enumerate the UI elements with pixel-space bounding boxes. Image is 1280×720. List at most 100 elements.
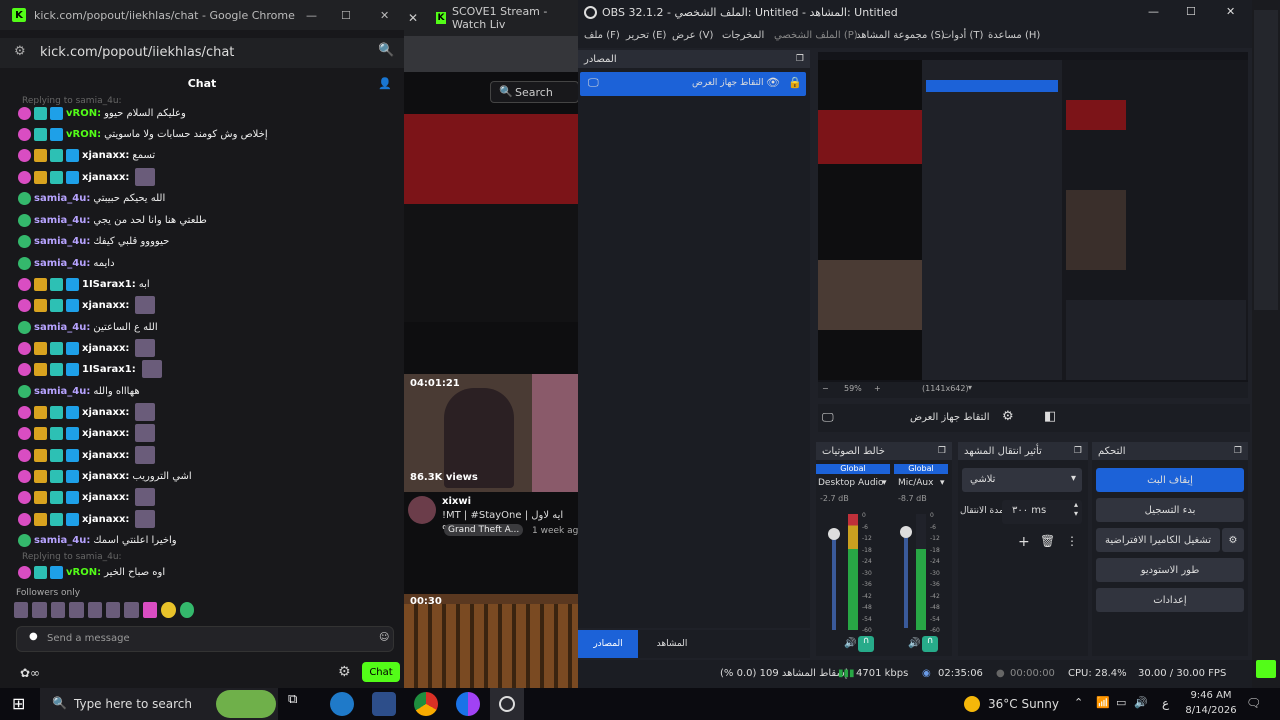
chat-username[interactable]: xjanaxx: bbox=[82, 471, 129, 482]
chrome-profile-icon[interactable] bbox=[456, 692, 480, 716]
tab-scenes[interactable]: المشاهد bbox=[642, 630, 702, 658]
transition-select[interactable]: تلاشي ▾ bbox=[962, 468, 1082, 492]
notifications-icon[interactable]: 🗨 bbox=[1246, 696, 1261, 710]
user-settings-icon[interactable]: 👤 bbox=[378, 77, 392, 90]
obs-minimize-icon[interactable]: — bbox=[1148, 5, 1159, 18]
dock-float-icon[interactable]: ❐ bbox=[796, 54, 804, 64]
menu-help[interactable]: مساعدة (H) bbox=[988, 30, 1040, 41]
chrome-icon[interactable] bbox=[414, 692, 438, 716]
windows-start-icon[interactable]: ⊞ bbox=[12, 694, 25, 713]
chat-username[interactable]: xjanaxx: bbox=[82, 450, 129, 461]
studio-mode-button[interactable]: طور الاستوديو bbox=[1096, 558, 1244, 582]
url-text[interactable]: kick.com/popout/iiekhlas/chat bbox=[40, 45, 234, 60]
chat-username[interactable]: vRON: bbox=[66, 108, 101, 119]
chat-username[interactable]: 1ISarax1: bbox=[82, 364, 136, 375]
game-tag[interactable]: Grand Theft A... bbox=[444, 524, 524, 536]
mixer-channel-1[interactable]: Desktop Audio bbox=[818, 478, 884, 488]
visibility-icon[interactable]: 👁 bbox=[766, 76, 780, 89]
chat-username[interactable]: xjanaxx: bbox=[82, 514, 129, 525]
chat-username[interactable]: 1ISarax1: bbox=[82, 279, 136, 290]
preview-dropdown-icon[interactable]: ▾ bbox=[968, 383, 972, 392]
chat-send-button[interactable]: Chat bbox=[362, 662, 400, 682]
close-tab-icon[interactable]: ✕ bbox=[408, 11, 418, 25]
volume-knob-1[interactable] bbox=[828, 528, 840, 540]
chat-username[interactable]: samia_4u: bbox=[34, 258, 90, 269]
emote-bar[interactable] bbox=[14, 602, 195, 622]
clock-date[interactable]: 8/14/2026 bbox=[1184, 705, 1238, 716]
remove-transition-icon[interactable]: 🗑 bbox=[1040, 534, 1055, 548]
transitions-float-icon[interactable]: ❐ bbox=[1074, 446, 1082, 456]
source-filters-icon[interactable]: ◧ bbox=[1044, 409, 1056, 424]
chat-username[interactable]: xjanaxx: bbox=[82, 407, 129, 418]
tray-chevron-icon[interactable]: ⌃ bbox=[1074, 696, 1083, 709]
chat-username[interactable]: samia_4u: bbox=[34, 386, 90, 397]
steam-icon[interactable] bbox=[372, 692, 396, 716]
virtual-camera-button[interactable]: تشغيل الكاميرا الافتراضية bbox=[1096, 528, 1220, 552]
settings-button[interactable]: إعدادات bbox=[1096, 588, 1244, 612]
mixer-dropdown-2[interactable]: ▾ bbox=[940, 478, 945, 488]
preview-canvas[interactable] bbox=[818, 52, 1248, 382]
chat-username[interactable]: xjanaxx: bbox=[82, 492, 129, 503]
site-info-icon[interactable]: ⚙ bbox=[14, 44, 26, 59]
zoom-icon[interactable]: 🔍 bbox=[378, 43, 394, 58]
duration-input[interactable]: ٣٠٠ ms ▴ ▾ bbox=[1002, 500, 1082, 524]
weather-icon[interactable] bbox=[964, 696, 980, 712]
volume-slider-2[interactable] bbox=[904, 528, 908, 628]
menu-docks[interactable]: المخرجات bbox=[722, 30, 764, 41]
zoom-out-icon[interactable]: − bbox=[822, 384, 829, 393]
menu-file[interactable]: ملف (F) bbox=[584, 30, 620, 41]
obs-taskbar-icon[interactable] bbox=[490, 688, 524, 720]
menu-tools[interactable]: أدوات (T) bbox=[942, 30, 983, 41]
obs-maximize-icon[interactable]: ☐ bbox=[1186, 5, 1196, 18]
chat-username[interactable]: xjanaxx: bbox=[82, 428, 129, 439]
wifi-icon[interactable]: 📶 bbox=[1096, 696, 1110, 709]
weather-text[interactable]: 36°C Sunny bbox=[988, 697, 1059, 711]
transition-menu-icon[interactable]: ⋮ bbox=[1066, 534, 1078, 548]
menu-edit[interactable]: تحرير (E) bbox=[626, 30, 666, 41]
address-bar[interactable]: ⚙ kick.com/popout/iiekhlas/chat 🔍 bbox=[0, 38, 404, 68]
minimize-icon[interactable]: — bbox=[306, 9, 317, 22]
obs-close-icon[interactable]: ✕ bbox=[1226, 5, 1235, 18]
add-transition-icon[interactable]: + bbox=[1018, 534, 1030, 550]
volume-slider-1[interactable] bbox=[832, 530, 836, 630]
channel-avatar[interactable] bbox=[408, 496, 436, 524]
monitor-headphones-icon-1[interactable]: ∩ bbox=[858, 636, 874, 652]
menu-scene-collection[interactable]: مجموعة المشاهد (S) bbox=[856, 30, 945, 41]
points-icon[interactable]: ✿∞ bbox=[20, 666, 40, 680]
tab-scove1[interactable]: K SCOVE1 Stream - Watch Liv bbox=[436, 5, 579, 31]
chat-username[interactable]: xjanaxx: bbox=[82, 300, 129, 311]
tab-sources[interactable]: المصادر bbox=[578, 630, 638, 658]
chat-username[interactable]: samia_4u: bbox=[34, 322, 90, 333]
close-icon[interactable]: ✕ bbox=[380, 9, 389, 22]
mixer-float-icon[interactable]: ❐ bbox=[938, 446, 946, 456]
taskbar-search[interactable]: 🔍 Type here to search bbox=[40, 688, 278, 720]
controls-float-icon[interactable]: ❐ bbox=[1234, 446, 1242, 456]
chat-username[interactable]: samia_4u: bbox=[34, 535, 90, 546]
chat-username[interactable]: xjanaxx: bbox=[82, 343, 129, 354]
task-view-icon[interactable]: ⧉ bbox=[288, 692, 312, 716]
chat-settings-icon[interactable]: ⚙ bbox=[338, 664, 351, 680]
chat-username[interactable]: vRON: bbox=[66, 567, 101, 578]
video-thumbnail[interactable]: 04:01:21 86.3K views bbox=[404, 374, 579, 492]
volume-knob-2[interactable] bbox=[900, 526, 912, 538]
source-item[interactable]: 🖵 التقاط جهاز العرض 👁 🔒 bbox=[580, 72, 806, 96]
video-thumbnail-2[interactable]: 00:30 bbox=[404, 594, 579, 688]
lock-icon[interactable]: 🔒 bbox=[788, 76, 802, 89]
twitch-search[interactable]: 🔍 Search bbox=[490, 81, 579, 103]
mute-icon-1[interactable]: 🔊 bbox=[844, 638, 856, 649]
mixer-dropdown-1[interactable]: ▾ bbox=[882, 478, 887, 488]
chat-username[interactable]: samia_4u: bbox=[34, 193, 90, 204]
chat-username[interactable]: samia_4u: bbox=[34, 215, 90, 226]
stop-streaming-button[interactable]: إيقاف البث bbox=[1096, 468, 1244, 492]
start-recording-button[interactable]: بدء التسجيل bbox=[1096, 498, 1244, 522]
menu-view[interactable]: عرض (V) bbox=[672, 30, 713, 41]
message-input[interactable]: ● Send a message ☺ bbox=[16, 626, 394, 652]
mixer-channel-2[interactable]: Mic/Aux bbox=[898, 478, 933, 488]
volume-icon[interactable]: 🔊 bbox=[1134, 696, 1148, 709]
input-language[interactable]: ع bbox=[1162, 696, 1169, 710]
chat-username[interactable]: xjanaxx: bbox=[82, 172, 129, 183]
menu-profile[interactable]: الملف الشخصي (P) bbox=[774, 30, 858, 41]
duration-stepper-icon[interactable]: ▴ ▾ bbox=[1074, 500, 1078, 518]
chat-username[interactable]: samia_4u: bbox=[34, 236, 90, 247]
chat-username[interactable]: vRON: bbox=[66, 129, 101, 140]
